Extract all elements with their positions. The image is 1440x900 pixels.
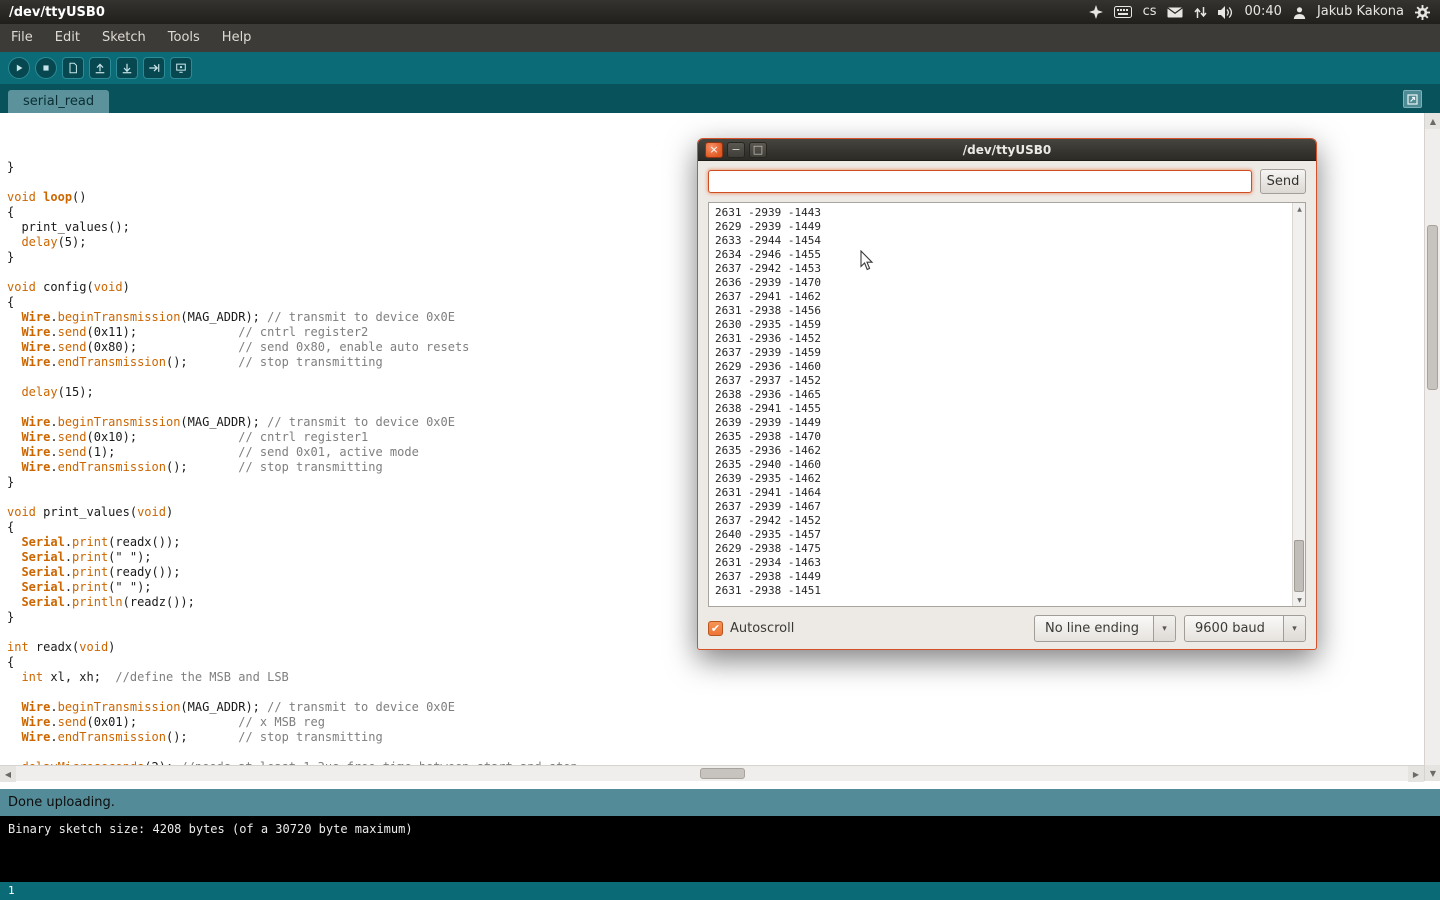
toolbar [0,52,1440,84]
code-line: Wire.beginTransmission(MAG_ADDR); // tra… [7,700,1424,715]
code-line: { [7,655,1424,670]
autoscroll-label: Autoscroll [730,621,794,636]
menu-item[interactable]: Tools [157,24,211,52]
scroll-right-arrow[interactable]: ▶ [1408,766,1424,782]
status-bar: Done uploading. [0,789,1440,816]
panel-indicators: cs 00:40 Jakub Kakona [1089,0,1440,24]
code-line: int xl, xh; //define the MSB and LSB [7,670,1424,685]
new-file-icon [67,62,79,74]
serial-monitor-window: × − □ /dev/ttyUSB0 Send 2631 -2939 -1443… [697,138,1317,650]
editor-horizontal-scrollbar[interactable]: ◀ ▶ [0,765,1424,781]
chevron-down-icon[interactable]: ▾ [1283,616,1305,641]
keyboard-icon[interactable] [1114,6,1132,18]
menu-item[interactable]: Help [211,24,263,52]
vertical-scroll-thumb[interactable] [1427,225,1438,390]
upload-button[interactable] [143,57,165,79]
serial-monitor-titlebar[interactable]: × − □ /dev/ttyUSB0 [698,139,1316,161]
panel-window-title: /dev/ttyUSB0 [0,5,105,20]
menubar: FileEditSketchToolsHelp [0,24,1440,52]
save-button[interactable] [116,57,138,79]
keyboard-layout-label[interactable]: cs [1143,0,1157,24]
play-icon [13,62,25,74]
code-line [7,745,1424,760]
scroll-down-arrow[interactable]: ▼ [1293,594,1306,606]
serial-output-scrollbar[interactable]: ▲ ▼ [1292,203,1305,606]
up-arrow-icon [94,62,106,74]
serial-monitor-title: /dev/ttyUSB0 [698,139,1316,161]
console-output: Binary sketch size: 4208 bytes (of a 307… [0,816,1440,882]
menu-item[interactable]: Sketch [91,24,157,52]
serial-output-text: 2631 -2939 -1443 2629 -2939 -1449 2633 -… [709,203,1305,601]
top-panel: /dev/ttyUSB0 cs 00:40 Jakub Kakona [0,0,1440,24]
line-ending-value: No line ending [1035,616,1153,641]
open-button[interactable] [89,57,111,79]
scroll-up-arrow[interactable]: ▲ [1293,203,1306,215]
user-icon[interactable] [1293,6,1306,19]
serial-scroll-thumb[interactable] [1294,540,1304,592]
serial-monitor-button[interactable] [170,57,192,79]
verify-button[interactable] [8,57,30,79]
serial-send-input[interactable] [708,170,1252,193]
code-line [7,685,1424,700]
menu-item[interactable]: File [0,24,44,52]
line-number-strip: 1 [0,882,1440,900]
desktop: /dev/ttyUSB0 cs 00:40 Jakub Kakona [0,0,1440,900]
username[interactable]: Jakub Kakona [1317,0,1404,24]
code-line: Wire.endTransmission(); // stop transmit… [7,730,1424,745]
stop-icon [40,62,52,74]
mail-icon[interactable] [1167,7,1183,18]
stop-button[interactable] [35,57,57,79]
new-sketch-button[interactable] [62,57,84,79]
chevron-down-icon[interactable]: ▾ [1153,616,1175,641]
maximize-button[interactable]: □ [749,142,767,158]
tab-serial-read[interactable]: serial_read [8,90,109,113]
down-arrow-icon [121,62,133,74]
indicator-icon[interactable] [1089,5,1103,19]
line-ending-select[interactable]: No line ending ▾ [1034,615,1176,642]
baud-rate-value: 9600 baud [1185,616,1283,641]
volume-icon[interactable] [1218,6,1233,19]
minimize-button[interactable]: − [727,142,745,158]
serial-output-area[interactable]: 2631 -2939 -1443 2629 -2939 -1449 2633 -… [708,202,1306,607]
send-button[interactable]: Send [1260,169,1306,194]
clock[interactable]: 00:40 [1244,0,1281,24]
scroll-up-arrow[interactable]: ▲ [1425,113,1440,129]
session-gear-icon[interactable] [1415,5,1430,20]
network-sync-icon[interactable] [1194,6,1207,19]
close-button[interactable]: × [705,142,723,158]
right-arrow-icon [148,62,160,74]
tab-bar: serial_read [0,84,1440,113]
horizontal-scroll-thumb[interactable] [700,768,745,779]
tab-menu-icon [1407,94,1418,105]
autoscroll-checkbox[interactable]: ✔ [708,621,723,636]
window-buttons: × − □ [705,142,767,158]
serial-monitor-icon [175,62,187,74]
menu-item[interactable]: Edit [44,24,91,52]
tab-menu-button[interactable] [1403,90,1422,108]
code-line: Wire.send(0x01); // x MSB reg [7,715,1424,730]
scroll-down-arrow[interactable]: ▼ [1425,765,1440,781]
serial-monitor-body: Send 2631 -2939 -1443 2629 -2939 -1449 2… [698,161,1316,650]
editor-vertical-scrollbar[interactable]: ▲ ▼ [1424,113,1440,781]
baud-rate-select[interactable]: 9600 baud ▾ [1184,615,1306,642]
scroll-left-arrow[interactable]: ◀ [0,766,16,782]
